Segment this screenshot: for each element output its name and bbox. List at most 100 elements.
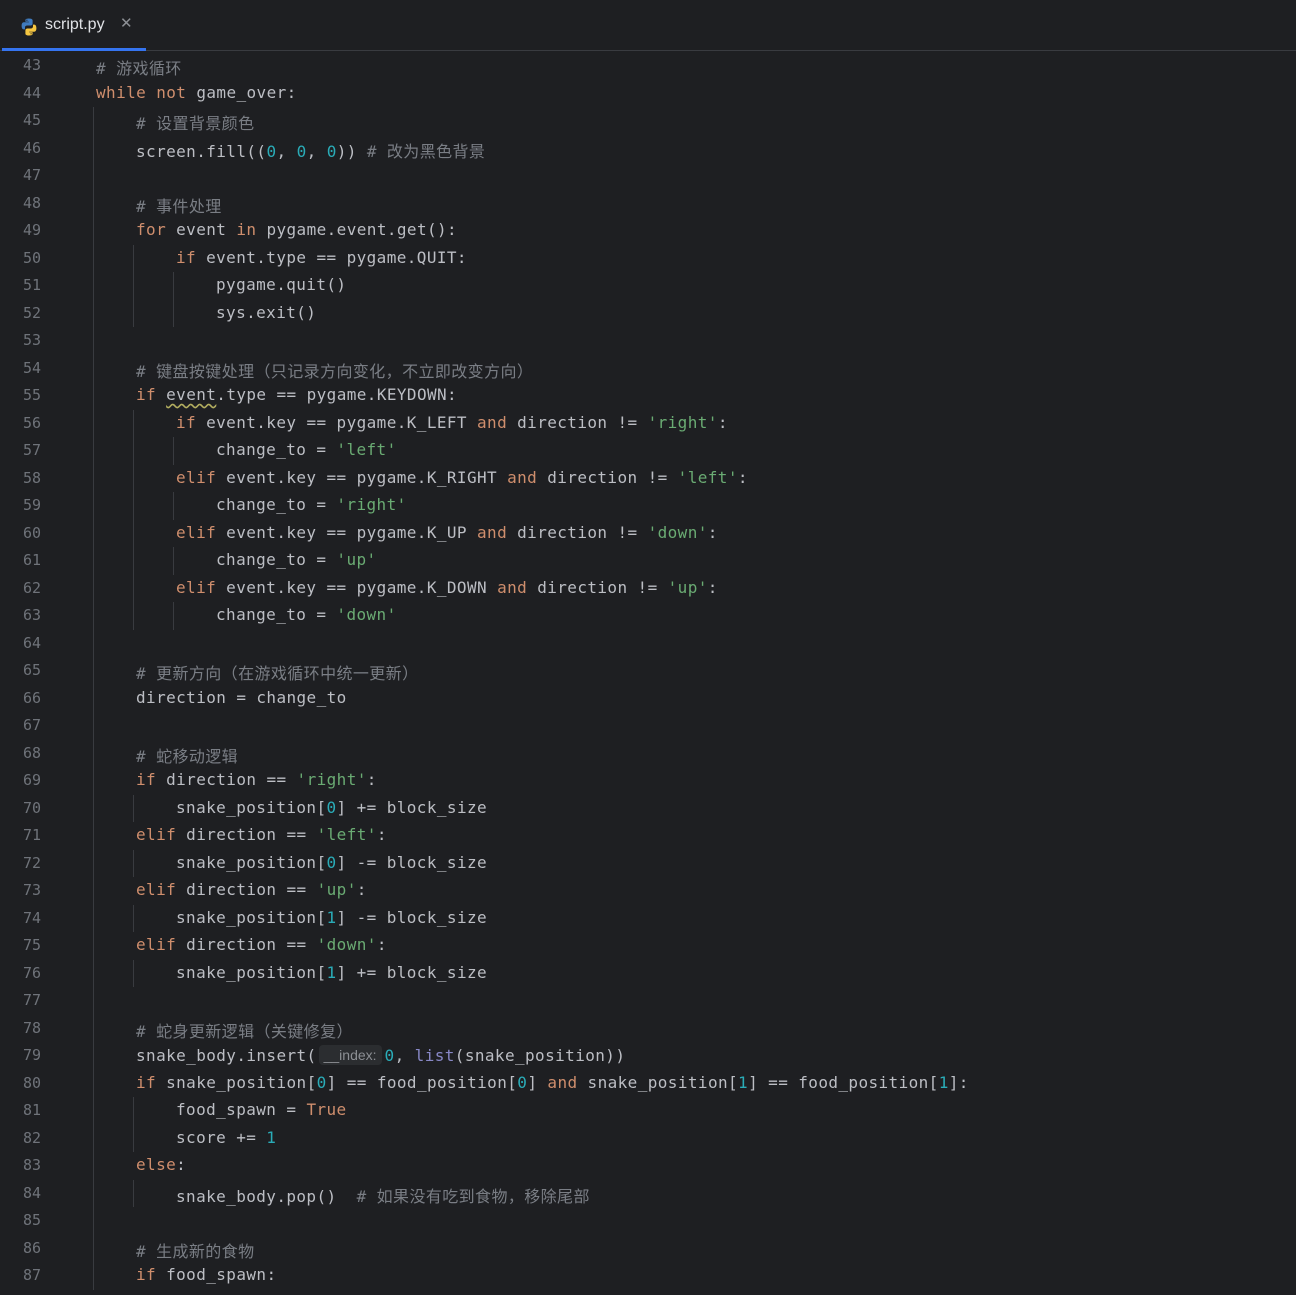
code-line[interactable]: 80 if snake_position[0] == food_position[… [0,1069,1296,1097]
line-number: 53 [22,331,41,349]
code-token: 1 [266,1127,277,1147]
code-line[interactable]: 64 [0,629,1296,657]
line-number: 82 [22,1128,41,1147]
code-line[interactable]: 56 if event.key == pygame.K_LEFT and dire… [0,409,1296,437]
code-line[interactable]: 43 # 游戏循环 [0,52,1296,80]
indent-guide [93,904,94,932]
code-token: 1 [738,1072,749,1092]
code-line[interactable]: 73 elif direction == 'up': [0,877,1296,905]
code-text: if snake_position[0] == food_position[0]… [136,1073,969,1092]
indent-guide [93,547,94,575]
code-token: and [477,412,508,432]
code-token: direction != [507,522,648,542]
indent-guide [93,162,94,190]
code-line[interactable]: 67 [0,712,1296,740]
indent-guide [93,299,94,327]
code-token: and [497,577,528,597]
line-number: 84 [22,1183,41,1202]
code-line[interactable]: 47 [0,162,1296,190]
line-number: 71 [22,826,41,844]
code-line[interactable]: 58 elif event.key == pygame.K_RIGHT and d… [0,464,1296,492]
code-line[interactable]: 52 sys.exit() [0,299,1296,327]
code-line[interactable]: 53 [0,327,1296,355]
code-text: # 生成新的食物 [136,1238,254,1262]
code-line[interactable]: 61 change_to = 'up' [0,547,1296,575]
code-token: 'down' [316,935,377,954]
line-number: 76 [22,963,41,982]
indent-guide [93,327,94,355]
code-token: 'right' [647,412,718,432]
code-token: 0 [517,1072,528,1092]
code-line[interactable]: 54 # 键盘按键处理（只记录方向变化，不立即改变方向） [0,354,1296,382]
code-text: if food_spawn: [136,1265,276,1284]
code-token: , [394,1046,415,1065]
code-token: # 设置背景颜色 [136,114,255,133]
indent-guide [133,849,134,877]
code-token: # 蛇身更新逻辑（关键修复） [136,1021,353,1041]
code-line[interactable]: 76 snake_position[1] += block_size [0,959,1296,987]
code-text: for event in pygame.event.get(): [136,220,457,239]
code-line[interactable]: 66 direction = change_to [0,684,1296,712]
code-token: elif [136,935,177,954]
code-line[interactable]: 62 elif event.key == pygame.K_DOWN and di… [0,574,1296,602]
code-line[interactable]: 46 screen.fill((0, 0, 0)) # 改为黑色背景 [0,134,1296,162]
code-token: snake_position[ [176,797,327,817]
code-line[interactable]: 81 food_spawn = True [0,1097,1296,1125]
close-icon[interactable]: ✕ [120,14,133,32]
code-line[interactable]: 70 snake_position[0] += block_size [0,794,1296,822]
code-line[interactable]: 72 snake_position[0] -= block_size [0,849,1296,877]
code-token: direction != [537,467,678,487]
code-line[interactable]: 85 [0,1207,1296,1235]
code-token: pygame.event.get(): [256,220,458,239]
code-line[interactable]: 45 # 设置背景颜色 [0,107,1296,135]
code-line[interactable]: 84 snake_body.pop() # 如果没有吃到食物，移除尾部 [0,1179,1296,1207]
tab-script-py[interactable]: script.py ✕ [2,0,146,51]
code-line[interactable]: 63 change_to = 'down' [0,602,1296,630]
code-line[interactable]: 51 pygame.quit() [0,272,1296,300]
code-text: if event.type == pygame.QUIT: [176,248,467,267]
code-line[interactable]: 68 # 蛇移动逻辑 [0,739,1296,767]
code-token: # 事件处理 [136,196,222,216]
code-line[interactable]: 74 snake_position[1] -= block_size [0,904,1296,932]
code-line[interactable]: 83 else: [0,1152,1296,1180]
indent-guide [133,602,134,630]
code-token: list [414,1046,455,1065]
code-token: True [306,1100,347,1119]
code-line[interactable]: 77 [0,987,1296,1015]
code-line[interactable]: 86 # 生成新的食物 [0,1234,1296,1262]
indent-guide [93,437,94,465]
code-line[interactable]: 44 while not game_over: [0,80,1296,108]
line-number: 54 [22,358,41,377]
code-token: # 键盘按键处理（只记录方向变化，不立即改变方向） [136,361,534,381]
line-number: 70 [22,798,41,817]
code-editor[interactable]: 43 # 游戏循环 44 while not game_over: 45 # 设置背景颜色… [0,52,1296,1295]
code-token: 1 [938,1072,949,1092]
code-line[interactable]: 79 snake_body.insert(__index: 0, list(snak… [0,1042,1296,1070]
code-line[interactable]: 75 elif direction == 'down': [0,932,1296,960]
code-line[interactable]: 60 elif event.key == pygame.K_UP and dire… [0,519,1296,547]
code-line[interactable]: 59 change_to = 'right' [0,492,1296,520]
indent-guide [93,1207,94,1235]
indent-guide [93,244,94,272]
code-line[interactable]: 87 if food_spawn: [0,1262,1296,1290]
code-line[interactable]: 49 for event in pygame.event.get(): [0,217,1296,245]
code-line[interactable]: 78 # 蛇身更新逻辑（关键修复） [0,1014,1296,1042]
indent-guide [93,464,94,492]
code-line[interactable]: 57 change_to = 'left' [0,437,1296,465]
code-line[interactable]: 65 # 更新方向（在游戏循环中统一更新） [0,657,1296,685]
code-line[interactable]: 82 score += 1 [0,1124,1296,1152]
line-number: 58 [22,468,41,487]
code-line[interactable]: 71 elif direction == 'left': [0,822,1296,850]
code-line[interactable]: 55 if event.type == pygame.KEYDOWN: [0,382,1296,410]
line-number: 87 [22,1266,41,1284]
code-token: ] += block_size [336,962,488,982]
code-line[interactable]: 48 # 事件处理 [0,189,1296,217]
code-token: event [166,385,217,404]
code-token: event.type == pygame.QUIT: [196,247,467,267]
code-text: else: [136,1155,186,1174]
code-line[interactable]: 50 if event.type == pygame.QUIT: [0,244,1296,272]
code-line[interactable]: 69 if direction == 'right': [0,767,1296,795]
code-token: and [547,1072,578,1092]
code-token: : [176,1155,187,1174]
